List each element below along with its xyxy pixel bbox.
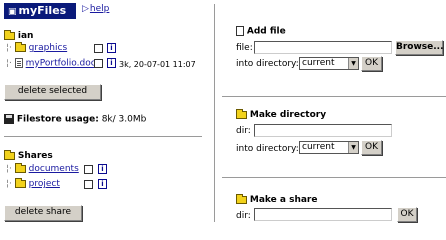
share-item-project: ¦· project [6,177,60,189]
arrow-right-icon: ▷ [82,4,89,14]
share-link-project[interactable]: project [29,179,60,189]
tree-root-label: ian [17,31,34,41]
parent-directory-select[interactable]: current ▼ [299,141,359,154]
tree-connector: ¦· [6,179,12,189]
directory-select[interactable]: current ▼ [299,57,359,70]
share-dir-label: dir: [236,211,251,221]
info-icon-graphics[interactable]: i [107,43,116,53]
parent-directory-value: current [302,142,335,152]
info-icon-project[interactable]: i [98,179,107,189]
share-checkbox-project[interactable] [84,180,93,189]
file-input[interactable] [254,41,392,54]
make-share-header: Make a share [236,193,318,205]
chevron-down-icon: ▼ [348,58,358,69]
delete-selected-button[interactable]: delete selected [4,84,101,100]
document-icon [14,58,23,68]
file-meta: 3k, 20-07-01 11:07 [119,60,196,69]
tree-connector: ¦· [6,164,12,174]
shared-folder-icon [236,193,247,204]
filestore-usage: Filestore usage: 8k/ 3.0Mb [4,114,146,125]
shared-folder-icon [14,177,26,188]
app-title-text: myFiles [18,4,67,17]
file-link-portfolio[interactable]: myPortfolio.doc [26,59,96,69]
horizontal-divider [222,96,446,97]
add-file-title: Add file [246,26,286,37]
share-checkbox-documents[interactable] [84,165,93,174]
disk-icon [4,114,14,124]
make-share-title: Make a share [249,195,318,205]
into-directory-label: into directory: [236,144,299,154]
shared-folder-icon [14,162,26,173]
tree-item-portfolio: ¦· myPortfolio.doc [6,58,96,69]
share-link-documents[interactable]: documents [29,164,79,174]
make-share-ok-button[interactable]: OK [397,207,417,222]
folder-icon [236,108,247,119]
app-title: ▣ myFiles [4,3,76,19]
make-directory-ok-button[interactable]: OK [361,140,382,155]
help-link[interactable]: help [90,4,109,14]
into-directory-label: into directory: [236,59,299,69]
shared-folder-icon [4,149,15,160]
folder-link-graphics[interactable]: graphics [29,43,67,53]
chevron-down-icon: ▼ [348,142,358,153]
select-checkbox-portfolio[interactable] [94,59,103,68]
folder-icon [14,41,26,52]
make-directory-header: Make directory [236,108,327,120]
new-dir-input[interactable] [254,124,392,137]
vertical-divider [214,4,215,222]
horizontal-divider [4,136,202,137]
add-file-header: Add file [236,26,286,37]
share-dir-input[interactable] [254,208,392,221]
folder-open-icon [4,29,15,40]
delete-share-button[interactable]: delete share [4,205,82,221]
tree-root: ian [4,29,34,41]
make-directory-title: Make directory [249,110,327,120]
shares-header: Shares [4,149,53,161]
tree-item-graphics: ¦· graphics [6,41,67,53]
tree-connector: ¦· [6,58,12,69]
add-file-ok-button[interactable]: OK [361,56,382,71]
select-checkbox-graphics[interactable] [94,44,103,53]
shares-title: Shares [17,151,53,161]
tree-connector: ¦· [6,43,12,53]
page-icon [236,26,244,36]
share-item-documents: ¦· documents [6,162,79,174]
horizontal-divider [222,177,446,178]
app-logo-icon: ▣ [8,7,17,17]
info-icon-portfolio[interactable]: i [107,58,116,68]
directory-select-value: current [302,58,335,68]
filestore-label: Filestore usage: [16,114,99,125]
info-icon-documents[interactable]: i [98,164,107,174]
help-link-wrap[interactable]: ▷help [82,4,109,14]
browse-button[interactable]: Browse... [395,40,444,55]
dir-label: dir: [236,126,251,136]
filestore-value: 8k/ 3.0Mb [101,114,147,125]
file-label: file: [236,43,253,53]
